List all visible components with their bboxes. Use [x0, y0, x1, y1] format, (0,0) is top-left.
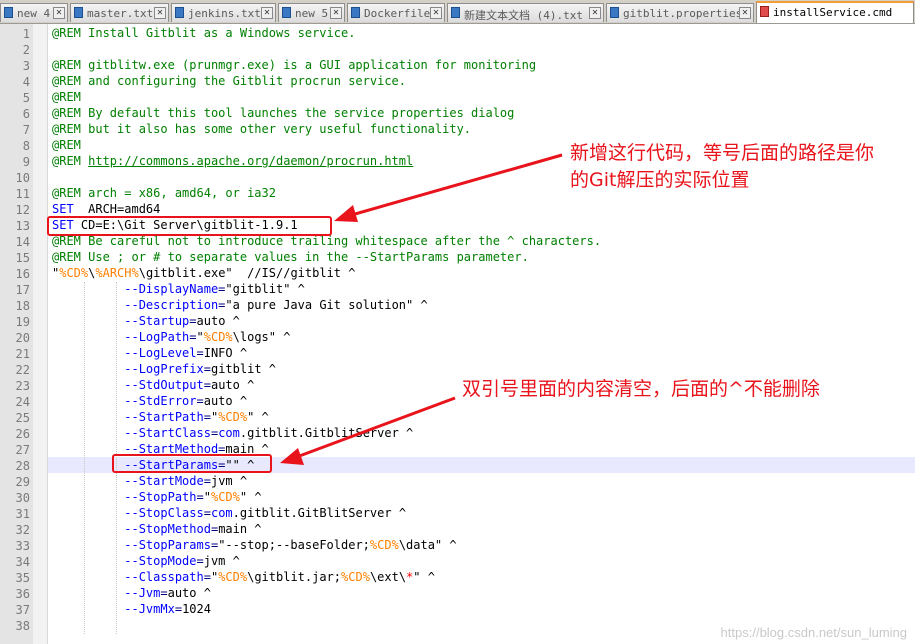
- arrow-2-line: [293, 396, 456, 460]
- watermark: https://blog.csdn.net/sun_luming: [720, 625, 907, 640]
- arrow-2-head: [280, 448, 304, 465]
- annotation-note-1-line-2: 的Git解压的实际位置: [570, 169, 750, 191]
- arrow-1-line: [347, 153, 563, 218]
- annotation-arrows: [280, 153, 563, 465]
- annotation-note-2: 双引号里面的内容清空，后面的^不能删除: [462, 378, 820, 400]
- arrow-1-head: [334, 205, 358, 222]
- annotation-note-1-line-1: 新增这行代码，等号后面的路径是你: [570, 142, 875, 164]
